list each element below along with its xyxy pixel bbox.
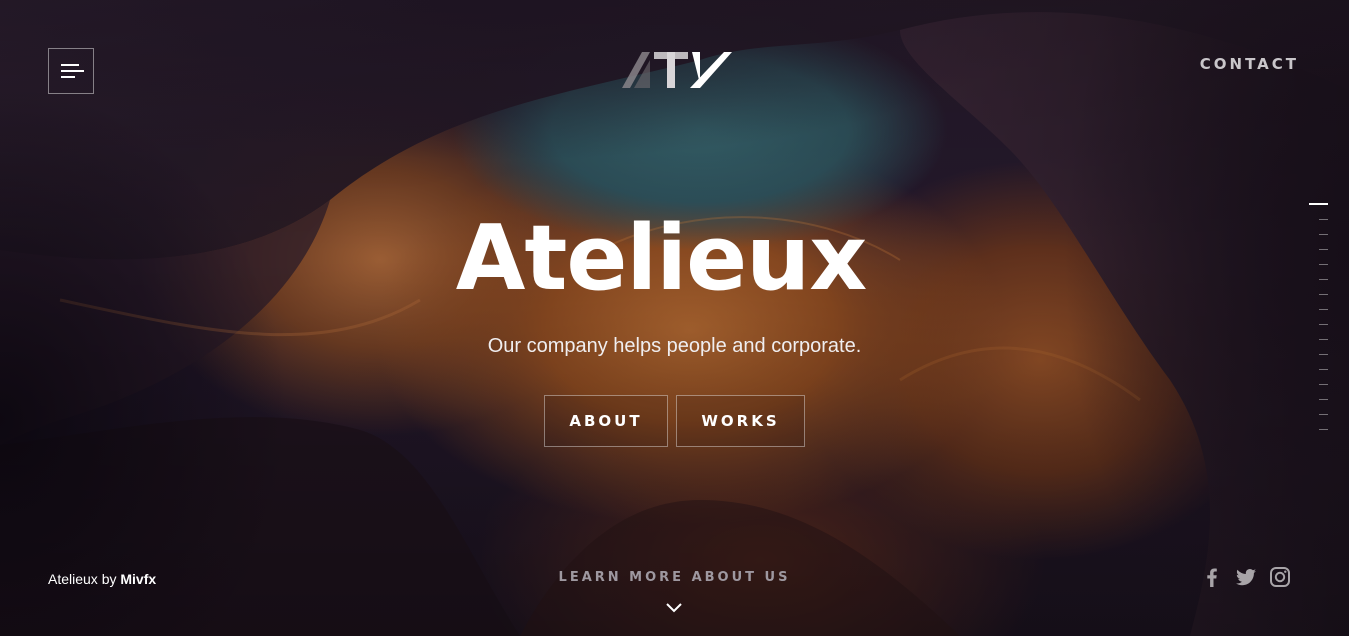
hero-page: CONTACT Atelieux Our company helps peopl… [0,0,1349,636]
pagination-dot[interactable] [1319,399,1328,400]
pagination-dot[interactable] [1309,203,1328,205]
background-shadow-overlay [0,0,1349,636]
pagination-dot[interactable] [1319,234,1328,235]
section-pagination [1309,203,1329,444]
pagination-dot[interactable] [1319,429,1328,430]
cta-button-row: ABOUT WORKS [544,395,805,447]
pagination-dot[interactable] [1319,294,1328,295]
hero-title: Atelieux [455,206,868,311]
pagination-dot[interactable] [1319,354,1328,355]
hamburger-menu-icon [61,64,79,66]
pagination-dot[interactable] [1319,414,1328,415]
pagination-dot[interactable] [1319,264,1328,265]
pagination-dot[interactable] [1319,384,1328,385]
twitter-icon[interactable] [1234,565,1258,589]
pagination-dot[interactable] [1319,309,1328,310]
pagination-dot[interactable] [1319,219,1328,220]
hamburger-line [61,70,84,72]
facebook-icon[interactable] [1200,565,1224,589]
social-links [1200,565,1292,589]
contact-link[interactable]: CONTACT [1200,55,1299,73]
pagination-dot[interactable] [1319,249,1328,250]
pagination-dot[interactable] [1319,279,1328,280]
works-button[interactable]: WORKS [676,395,805,447]
learn-more-link[interactable]: LEARN MORE ABOUT US [0,570,1349,585]
background-canyon-image [0,0,1349,636]
about-button[interactable]: ABOUT [544,395,668,447]
chevron-down-icon[interactable] [664,600,684,614]
instagram-icon[interactable] [1268,565,1292,589]
pagination-dot[interactable] [1319,339,1328,340]
pagination-dot[interactable] [1319,324,1328,325]
atv-logo[interactable] [620,48,732,90]
hamburger-line [61,76,75,78]
hero-subtitle: Our company helps people and corporate. [487,335,862,357]
menu-button[interactable] [48,48,94,94]
pagination-dot[interactable] [1319,369,1328,370]
